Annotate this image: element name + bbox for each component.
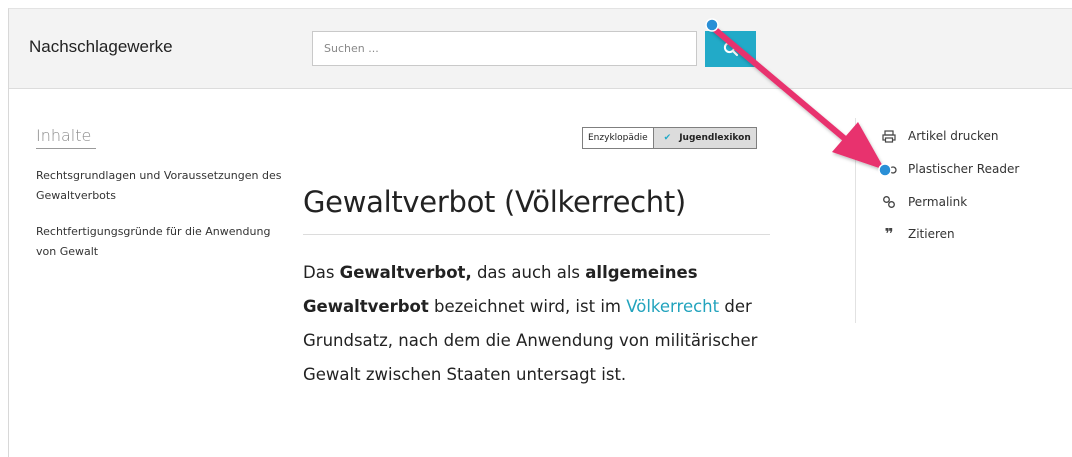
search-button[interactable]: [705, 31, 756, 67]
glasses-icon: [880, 164, 898, 174]
edition-option-label: Jugendlexikon: [679, 133, 751, 143]
search-input[interactable]: [312, 31, 697, 66]
edition-option-jugendlexikon[interactable]: ✔ Jugendlexikon: [653, 128, 756, 148]
link-icon: [880, 195, 898, 209]
article-text: bezeichnet wird, ist im: [428, 297, 627, 316]
cite-action[interactable]: ❞ Zitieren: [880, 225, 955, 243]
action-label: Permalink: [908, 195, 968, 209]
quote-icon: ❞: [884, 225, 894, 243]
toc-item[interactable]: Rechtfertigungsgründe für die Anwendung …: [36, 222, 286, 262]
check-icon: ✔: [663, 133, 672, 143]
print-article-action[interactable]: Artikel drucken: [880, 129, 999, 143]
toc-title: Inhalte: [36, 126, 97, 149]
edition-option-enzyklopaedie[interactable]: Enzyklopädie: [583, 128, 654, 148]
toc-item[interactable]: Rechtsgrundlagen und Voraussetzungen des…: [36, 166, 286, 206]
action-label: Artikel drucken: [908, 129, 999, 143]
article-title: Gewaltverbot (Völkerrecht): [303, 185, 686, 219]
plastic-reader-action[interactable]: Plastischer Reader: [880, 162, 1019, 176]
article-text: das auch als: [471, 263, 586, 282]
site-brand[interactable]: Nachschlagewerke: [29, 37, 173, 57]
article-lead: Das Gewaltverbot, das auch als allgemein…: [303, 256, 773, 392]
edition-switch: Enzyklopädie ✔ Jugendlexikon: [582, 127, 757, 149]
permalink-action[interactable]: Permalink: [880, 195, 967, 209]
title-divider: [303, 234, 770, 235]
article-text: Das: [303, 263, 340, 282]
article-bold-term: Gewaltverbot,: [339, 263, 472, 282]
printer-icon: [880, 129, 898, 143]
site-header: Nachschlagewerke: [9, 9, 1072, 89]
search-icon: [723, 41, 738, 57]
actions-divider: [855, 118, 856, 323]
voelkerrecht-link[interactable]: Völkerrecht: [626, 297, 719, 316]
action-label: Zitieren: [908, 227, 955, 241]
action-label: Plastischer Reader: [908, 162, 1020, 176]
